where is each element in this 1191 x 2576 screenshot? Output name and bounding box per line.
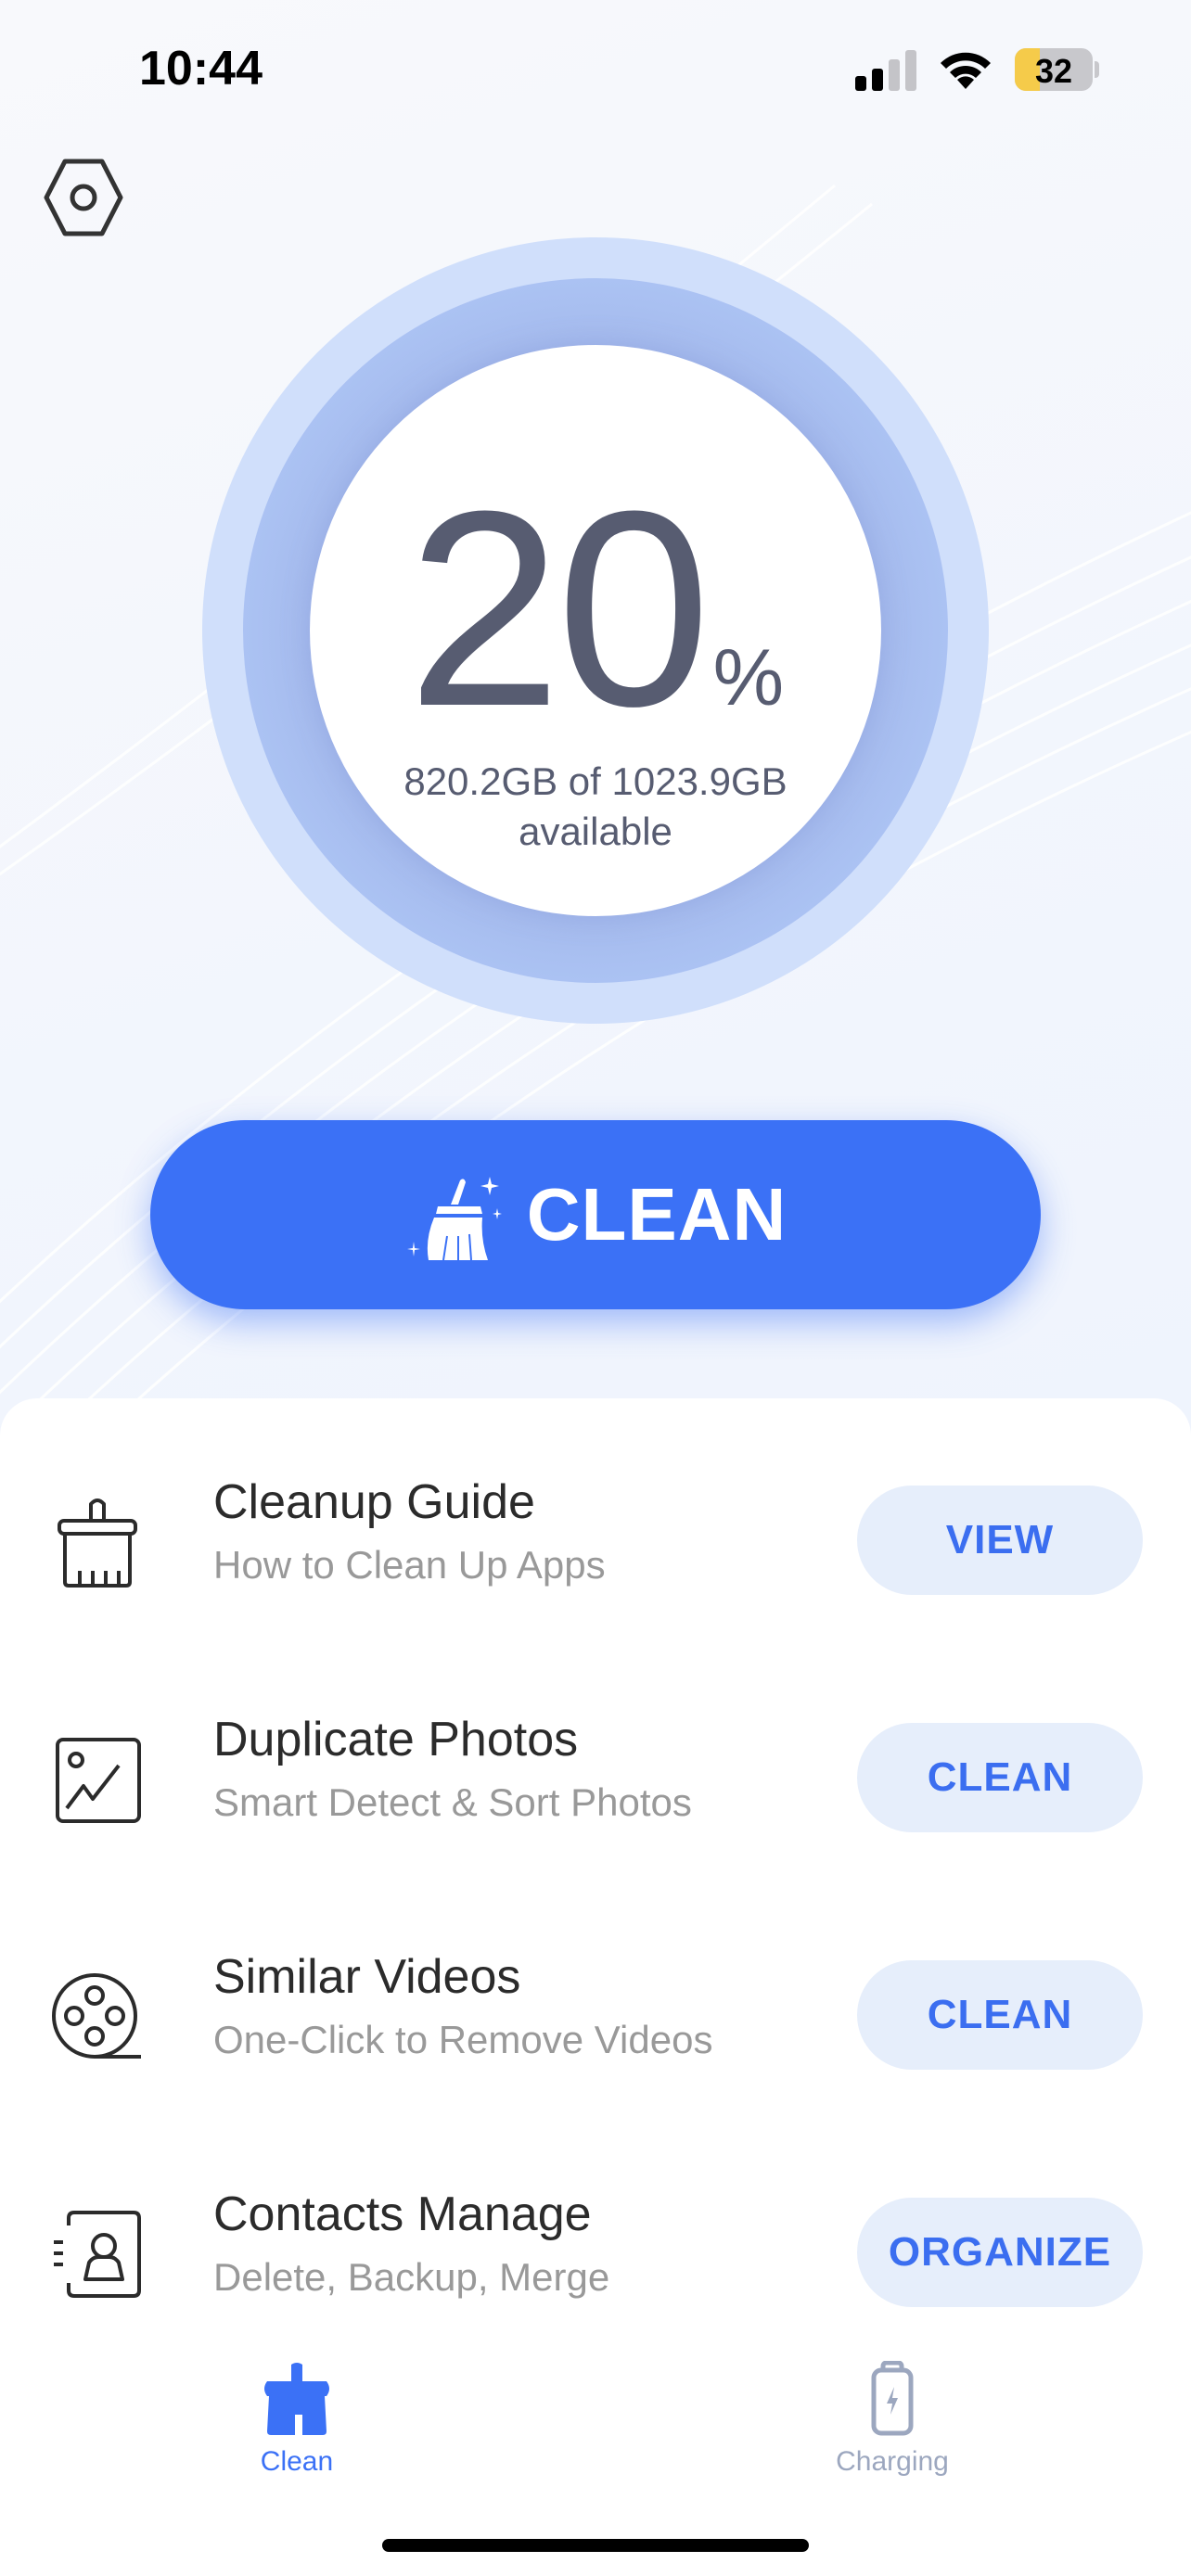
organize-button[interactable]: ORGANIZE	[857, 2198, 1143, 2307]
view-button[interactable]: VIEW	[857, 1486, 1143, 1595]
battery-charging-icon	[871, 2361, 914, 2436]
tab-bar: Clean Charging	[0, 2337, 1191, 2504]
feature-subtitle: Delete, Backup, Merge	[213, 2255, 610, 2299]
main-clean-label: CLEAN	[526, 1173, 788, 1256]
storage-detail-amount: 820.2GB of 1023.9GB	[403, 759, 788, 803]
feature-row-contacts-manage[interactable]: Contacts Manage Delete, Backup, Merge OR…	[0, 2172, 1191, 2339]
tab-charging[interactable]: Charging	[800, 2337, 985, 2494]
contact-card-icon	[54, 2211, 141, 2298]
storage-percent-value: 20	[406, 453, 711, 764]
battery-icon: 32	[1015, 48, 1093, 91]
feature-title: Similar Videos	[213, 1950, 521, 2004]
status-bar: 10:44 32	[0, 0, 1191, 139]
brush-filled-icon	[264, 2363, 329, 2435]
hexagon-gear-icon	[44, 159, 123, 236]
feature-row-similar-videos[interactable]: Similar Videos One-Click to Remove Video…	[0, 1934, 1191, 2101]
tab-charging-label: Charging	[836, 2446, 949, 2477]
storage-gauge: 20% 820.2GB of 1023.9GB available	[202, 237, 989, 1024]
brush-icon	[58, 1498, 137, 1588]
clean-photos-button[interactable]: CLEAN	[857, 1723, 1143, 1832]
broom-sparkle-icon	[406, 1177, 502, 1261]
storage-percent: 20%	[202, 469, 989, 747]
storage-detail: 820.2GB of 1023.9GB available	[202, 757, 989, 857]
film-reel-icon	[52, 1973, 141, 2059]
feature-row-cleanup-guide[interactable]: Cleanup Guide How to Clean Up Apps VIEW	[0, 1460, 1191, 1626]
home-indicator[interactable]	[382, 2539, 809, 2552]
feature-subtitle: Smart Detect & Sort Photos	[213, 1780, 692, 1824]
photo-icon	[56, 1738, 141, 1823]
clean-videos-button[interactable]: CLEAN	[857, 1960, 1143, 2070]
tab-clean[interactable]: Clean	[204, 2337, 390, 2494]
feature-subtitle: One-Click to Remove Videos	[213, 2018, 713, 2061]
feature-title: Cleanup Guide	[213, 1475, 535, 1529]
feature-title: Duplicate Photos	[213, 1713, 579, 1766]
wifi-icon	[941, 52, 991, 89]
status-time: 10:44	[139, 42, 263, 96]
battery-level: 32	[1034, 52, 1073, 90]
feature-title: Contacts Manage	[213, 2187, 592, 2241]
feature-subtitle: How to Clean Up Apps	[213, 1543, 606, 1587]
feature-row-duplicate-photos[interactable]: Duplicate Photos Smart Detect & Sort Pho…	[0, 1697, 1191, 1864]
storage-detail-label: available	[519, 810, 672, 853]
tab-clean-label: Clean	[260, 2446, 334, 2477]
battery-tip	[1095, 61, 1099, 78]
cellular-signal-icon	[855, 50, 918, 91]
settings-button[interactable]	[41, 158, 126, 237]
main-clean-button[interactable]: CLEAN	[150, 1120, 1041, 1309]
storage-percent-symbol: %	[712, 633, 785, 722]
